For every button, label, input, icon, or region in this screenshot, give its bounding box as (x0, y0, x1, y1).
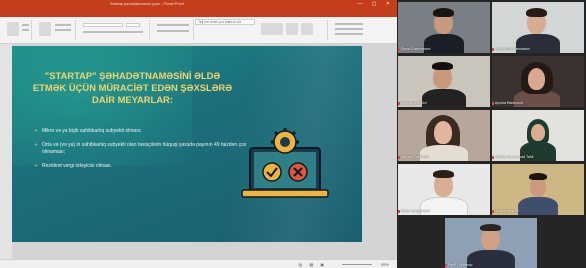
participant-body (518, 197, 558, 215)
editing-group (332, 20, 372, 40)
participant-name: Jamil Ismayilov (495, 209, 519, 213)
new-slide-icon[interactable] (39, 22, 51, 36)
participant-hair (529, 173, 547, 180)
select-button[interactable] (335, 33, 363, 35)
bullet-arrow-icon: ➢ (34, 163, 39, 169)
participant-tile[interactable]: Zahida Mahammad Tahir (492, 110, 584, 161)
participant-face (434, 121, 452, 144)
participant-tile[interactable]: Samadzade Ulvi (398, 56, 490, 107)
participant-name: Elmar Suleymanov (401, 209, 431, 213)
clipboard-group (4, 20, 32, 40)
copy-icon[interactable] (22, 29, 29, 31)
window-title: Startap şəhadətnaməsi.pptx - PowerPoint (110, 1, 184, 6)
participant-name: Zahida Mahammad Tahir (495, 155, 534, 159)
cut-icon[interactable] (22, 24, 29, 26)
quick-styles-icon[interactable] (301, 23, 313, 35)
bullet-item: ➢ Mikro və ya kiçik sahibkarlıq subyekti… (34, 128, 249, 135)
muted-mic-icon (398, 156, 400, 159)
bullet-arrow-icon: ➢ (34, 128, 39, 134)
muted-mic-icon (492, 102, 494, 105)
reset-button[interactable] (55, 29, 71, 31)
window-controls[interactable]: — ▢ ✕ (357, 1, 394, 7)
align-buttons[interactable] (157, 30, 189, 32)
bullet-item: ➢ Rezident vergi ödəyicisi olması. (34, 163, 249, 170)
muted-mic-icon (492, 48, 494, 51)
paste-icon[interactable] (7, 22, 19, 36)
participant-hair (433, 8, 454, 17)
muted-mic-icon (398, 102, 400, 105)
participant-tile[interactable]: Narmin Qasimova (398, 110, 490, 161)
participant-name: Farid Gurbanov (448, 263, 473, 267)
participant-tile[interactable]: Farid Gurbanov (445, 218, 537, 268)
bullet-item: ➢ Orta və (və ya) iri sahibkarlıq subyek… (34, 142, 249, 156)
slide-thumbnails-pane[interactable] (0, 44, 12, 259)
shapes-icon[interactable] (261, 23, 283, 35)
bullet-text: Mikro və ya kiçik sahibkarlıq subyekti o… (42, 128, 142, 134)
participant-hair (432, 62, 453, 70)
participant-tile[interactable]: Elmar Suleymanov (398, 164, 490, 215)
powerpoint-window: Startap şəhadətnaməsi.pptx - PowerPoint … (0, 0, 397, 268)
slide-title: "STARTAP" ŞƏHADƏTNAMƏSİNİ ƏLDƏ ETMƏK ÜÇÜ… (32, 70, 233, 105)
video-grid: Elmar Suleymanov Hasan Gulmammadov Samad… (397, 0, 586, 268)
muted-mic-icon (492, 210, 494, 213)
status-bar: ▤ ▦ ▣ 95% (0, 259, 397, 268)
tell-me-input[interactable]: Tell me what you want to do (195, 19, 255, 25)
participant-tile[interactable]: Jamil Ismayilov (492, 164, 584, 215)
participant-tile[interactable]: Elmar Suleymanov (398, 2, 490, 53)
bullet-arrow-icon: ➢ (34, 142, 39, 148)
participant-hair (433, 170, 454, 178)
ribbon: Tell me what you want to do (0, 17, 397, 44)
replace-button[interactable] (335, 28, 363, 30)
layout-button[interactable] (55, 24, 71, 26)
bullet-text: Rezident vergi ödəyicisi olması. (42, 163, 113, 169)
title-bar: Startap şəhadətnaməsi.pptx - PowerPoint … (0, 0, 397, 9)
zoom-slider[interactable] (342, 264, 372, 265)
font-format-buttons[interactable] (83, 31, 143, 33)
font-size-select[interactable] (126, 23, 140, 27)
participant-tile[interactable]: Aynura Rahimova (492, 56, 584, 107)
paragraph-group (154, 20, 194, 40)
muted-mic-icon (398, 48, 400, 51)
view-buttons[interactable]: ▤ ▦ ▣ (298, 262, 327, 267)
laptop-gear-illustration-icon (241, 128, 329, 198)
participant-name: Samadzade Ulvi (401, 101, 427, 105)
screen: Startap şəhadətnaməsi.pptx - PowerPoint … (0, 0, 586, 268)
slide-bullets: ➢ Mikro və ya kiçik sahibkarlıq subyekti… (34, 128, 249, 177)
drawing-group (258, 20, 328, 40)
muted-mic-icon (492, 156, 494, 159)
participant-name: Hasan Gulmammadov (495, 47, 530, 51)
participant-hair (480, 224, 501, 231)
participant-face (528, 68, 545, 90)
participant-body (422, 89, 466, 107)
participant-tile[interactable]: Hasan Gulmammadov (492, 2, 584, 53)
participant-name: Elmar Suleymanov (401, 47, 431, 51)
muted-mic-icon (398, 210, 400, 213)
participant-hair (526, 8, 547, 17)
muted-mic-icon (445, 264, 447, 267)
participant-face (531, 124, 545, 141)
slides-group (36, 20, 76, 40)
participant-name: Aynura Rahimova (495, 101, 523, 105)
arrange-icon[interactable] (286, 23, 298, 35)
current-slide[interactable]: "STARTAP" ŞƏHADƏTNAMƏSİNİ ƏLDƏ ETMƏK ÜÇÜ… (12, 46, 362, 242)
font-name-select[interactable] (83, 23, 123, 27)
find-button[interactable] (335, 23, 363, 25)
zoom-level[interactable]: 95% (381, 262, 389, 267)
font-group (80, 20, 150, 40)
bullet-text: Orta və (və ya) iri sahibkarlıq subyekti… (42, 142, 247, 155)
ribbon-tabs: File Home Insert Design Transitions Anim… (0, 9, 397, 23)
participant-body (467, 250, 515, 268)
bullets-button[interactable] (157, 24, 189, 26)
participant-name: Narmin Qasimova (401, 155, 430, 159)
